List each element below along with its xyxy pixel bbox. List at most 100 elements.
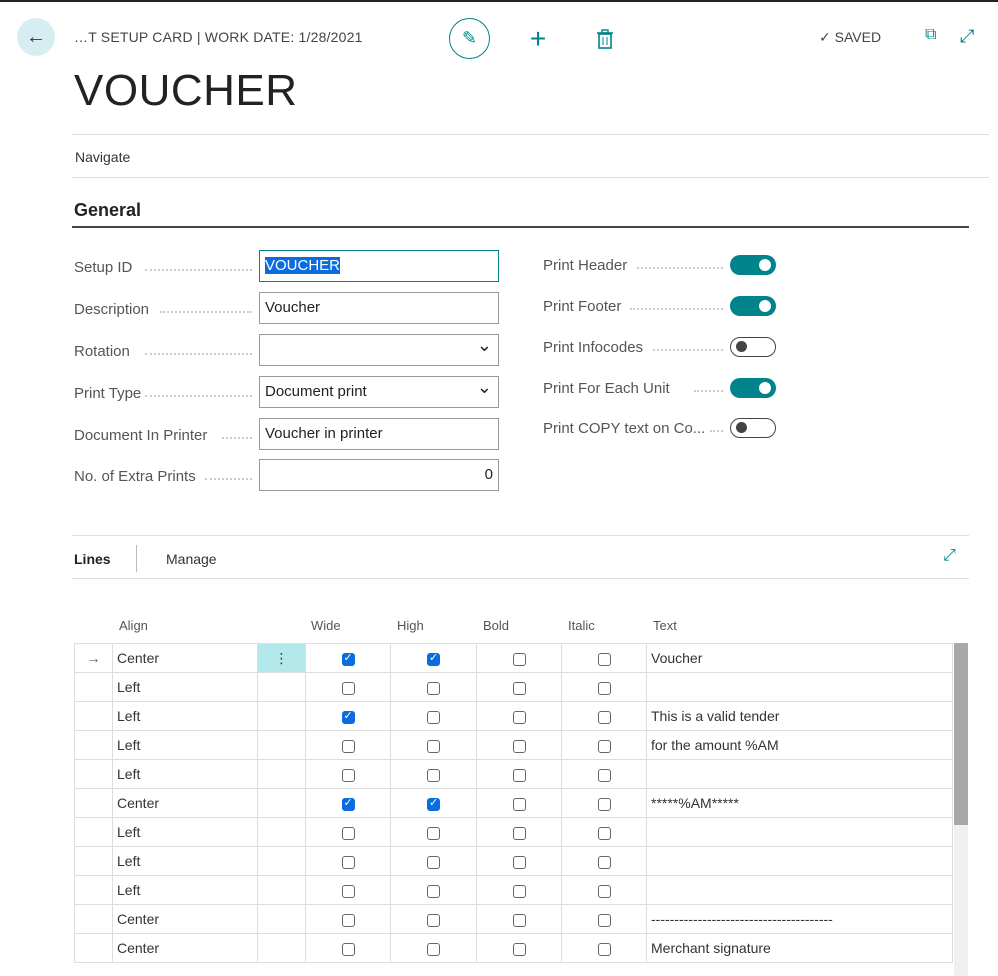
high-checkbox[interactable]: [427, 826, 440, 840]
select-field[interactable]: [259, 334, 499, 366]
italic-checkbox[interactable]: [597, 913, 611, 927]
general-section-title[interactable]: General: [74, 200, 141, 221]
column-header-text[interactable]: Text: [653, 618, 677, 633]
text-cell[interactable]: *****%AM*****: [646, 788, 953, 818]
high-checkbox[interactable]: [427, 739, 440, 753]
italic-checkbox[interactable]: [597, 739, 611, 753]
text-cell[interactable]: [646, 672, 953, 702]
italic-checkbox[interactable]: [597, 884, 611, 898]
bold-checkbox[interactable]: [512, 652, 526, 666]
input-field[interactable]: 0: [259, 459, 499, 491]
table-row[interactable]: Left This is a valid tender: [74, 701, 953, 731]
text-cell[interactable]: ---------------------------------------: [646, 904, 953, 934]
bold-checkbox[interactable]: [512, 826, 526, 840]
tab-lines[interactable]: Lines: [74, 551, 111, 567]
italic-checkbox[interactable]: [597, 768, 611, 782]
new-button[interactable]: +: [525, 23, 551, 54]
input-field[interactable]: Voucher: [259, 292, 499, 324]
column-header-align[interactable]: Align: [119, 618, 148, 633]
italic-checkbox[interactable]: [597, 652, 611, 666]
high-checkbox[interactable]: [427, 855, 440, 869]
align-cell[interactable]: Left: [112, 730, 258, 760]
wide-checkbox[interactable]: [341, 681, 355, 695]
select-field[interactable]: Document print: [259, 376, 499, 408]
wide-checkbox[interactable]: [341, 709, 355, 724]
italic-checkbox[interactable]: [597, 710, 611, 724]
align-cell[interactable]: Center: [112, 904, 258, 934]
align-cell[interactable]: Left: [112, 672, 258, 702]
edit-button[interactable]: ✎: [449, 18, 490, 59]
expand-button[interactable]: ⤢: [960, 26, 974, 47]
column-header-bold[interactable]: Bold: [483, 618, 509, 633]
high-checkbox[interactable]: [427, 710, 440, 724]
table-row[interactable]: Center ----------------------------------…: [74, 904, 953, 934]
text-cell[interactable]: [646, 846, 953, 876]
delete-button[interactable]: [592, 26, 618, 52]
align-cell[interactable]: Center: [112, 933, 258, 963]
high-checkbox[interactable]: [427, 651, 440, 666]
text-cell[interactable]: [646, 759, 953, 789]
table-row[interactable]: Left: [74, 846, 953, 876]
bold-checkbox[interactable]: [512, 710, 526, 724]
bold-checkbox[interactable]: [512, 855, 526, 869]
column-header-italic[interactable]: Italic: [568, 618, 595, 633]
text-cell[interactable]: Voucher: [646, 643, 953, 673]
wide-checkbox[interactable]: [341, 826, 355, 840]
wide-checkbox[interactable]: [341, 913, 355, 927]
bold-checkbox[interactable]: [512, 739, 526, 753]
high-checkbox[interactable]: [427, 681, 440, 695]
bold-checkbox[interactable]: [512, 884, 526, 898]
align-cell[interactable]: Left: [112, 846, 258, 876]
align-cell[interactable]: Left: [112, 875, 258, 905]
italic-checkbox[interactable]: [597, 942, 611, 956]
row-menu-icon[interactable]: ⋮: [275, 650, 289, 666]
navigate-menu[interactable]: Navigate: [75, 149, 130, 165]
wide-checkbox[interactable]: [341, 768, 355, 782]
tab-manage[interactable]: Manage: [166, 551, 217, 567]
table-row[interactable]: Left: [74, 875, 953, 905]
wide-checkbox[interactable]: [341, 942, 355, 956]
align-cell[interactable]: Center: [112, 643, 258, 673]
table-row[interactable]: Left for the amount %AM: [74, 730, 953, 760]
toggle-switch[interactable]: [730, 337, 776, 357]
open-new-window-button[interactable]: ⧉: [925, 26, 936, 44]
bold-checkbox[interactable]: [512, 768, 526, 782]
toggle-switch[interactable]: [730, 378, 776, 398]
text-cell[interactable]: [646, 875, 953, 905]
back-button[interactable]: ←: [17, 18, 55, 56]
text-cell[interactable]: [646, 817, 953, 847]
text-cell[interactable]: Merchant signature: [646, 933, 953, 963]
table-row[interactable]: Center *****%AM*****: [74, 788, 953, 818]
table-row[interactable]: Center Merchant signature: [74, 933, 953, 963]
high-checkbox[interactable]: [427, 913, 440, 927]
wide-checkbox[interactable]: [341, 884, 355, 898]
text-cell[interactable]: for the amount %AM: [646, 730, 953, 760]
wide-checkbox[interactable]: [341, 739, 355, 753]
high-checkbox[interactable]: [427, 942, 440, 956]
wide-checkbox[interactable]: [341, 651, 355, 666]
high-checkbox[interactable]: [427, 796, 440, 811]
scrollbar-thumb[interactable]: [954, 643, 968, 825]
high-checkbox[interactable]: [427, 884, 440, 898]
column-header-wide[interactable]: Wide: [311, 618, 341, 633]
wide-checkbox[interactable]: [341, 796, 355, 811]
table-row[interactable]: Left: [74, 672, 953, 702]
high-checkbox[interactable]: [427, 768, 440, 782]
bold-checkbox[interactable]: [512, 913, 526, 927]
input-field[interactable]: Voucher in printer: [259, 418, 499, 450]
text-cell[interactable]: This is a valid tender: [646, 701, 953, 731]
italic-checkbox[interactable]: [597, 681, 611, 695]
expand-lines-button[interactable]: ⤢: [943, 547, 956, 565]
italic-checkbox[interactable]: [597, 826, 611, 840]
align-cell[interactable]: Left: [112, 759, 258, 789]
italic-checkbox[interactable]: [597, 797, 611, 811]
table-row[interactable]: → Center ⋮ Voucher: [74, 643, 953, 673]
table-row[interactable]: Left: [74, 759, 953, 789]
bold-checkbox[interactable]: [512, 797, 526, 811]
toggle-switch[interactable]: [730, 255, 776, 275]
bold-checkbox[interactable]: [512, 942, 526, 956]
align-cell[interactable]: Center: [112, 788, 258, 818]
toggle-switch[interactable]: [730, 296, 776, 316]
italic-checkbox[interactable]: [597, 855, 611, 869]
align-cell[interactable]: Left: [112, 701, 258, 731]
